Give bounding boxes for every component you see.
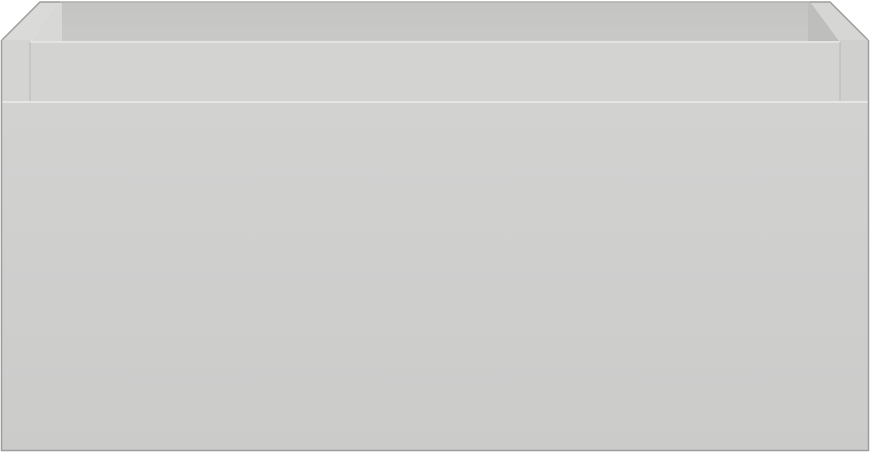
lip-left-post: [2, 40, 30, 102]
drawer-unit-illustration: [0, 1, 870, 452]
drawer-lip: [2, 40, 868, 102]
lip-band: [30, 42, 840, 102]
drawer-unit-render: [0, 0, 870, 452]
top-rim: [1, 1, 869, 42]
drawer-front: [2, 101, 868, 450]
interior-back-wall: [40, 2, 830, 42]
lip-right-post: [840, 40, 868, 102]
front-panel: [2, 102, 868, 450]
